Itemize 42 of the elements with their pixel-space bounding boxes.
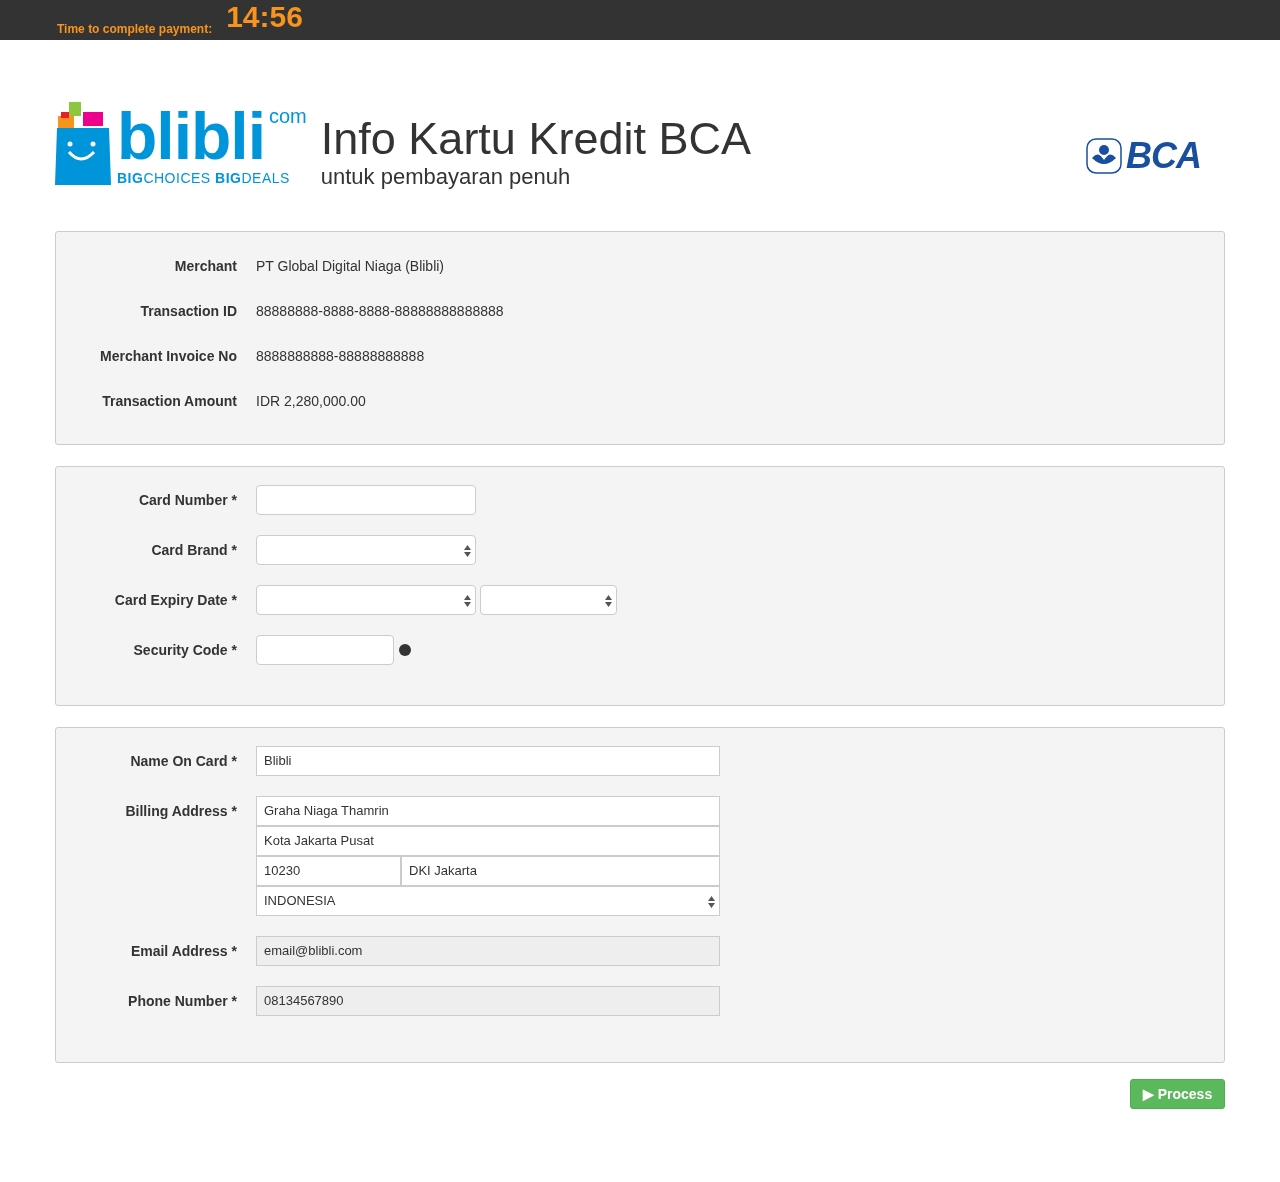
- help-dot-icon[interactable]: [399, 644, 411, 656]
- logo-suffix: com: [269, 106, 307, 126]
- page-title: Info Kartu Kredit BCA: [320, 114, 751, 164]
- logo-wordmark: blibli: [117, 104, 265, 168]
- select-arrows-icon: [605, 595, 612, 607]
- field-value: IDR 2,280,000.00: [256, 392, 366, 411]
- field-label: Name On Card *: [129, 751, 237, 771]
- field-label: Merchant: [173, 257, 237, 276]
- card-number-field[interactable]: [256, 485, 476, 515]
- field-label: Phone Number *: [127, 991, 237, 1011]
- bank-logo: BCA: [1126, 138, 1201, 174]
- field-value: 88888888-8888-8888-88888888888888: [256, 302, 504, 321]
- field-value: 8888888888-88888888888: [256, 347, 425, 366]
- input-field[interactable]: Blibli: [256, 746, 720, 776]
- timer-label: Time to complete payment:: [57, 21, 213, 38]
- field-label: Card Expiry Date *: [113, 590, 237, 610]
- field-label: Card Number *: [137, 490, 237, 510]
- field-label: Security Code *: [132, 640, 237, 660]
- select-arrows-icon: [464, 595, 471, 607]
- shopping-bag-icon: [55, 100, 113, 186]
- country-dropdown[interactable]: INDONESIA: [256, 886, 720, 916]
- logo-tagline: BIGCHOICES BIGDEALS: [117, 170, 291, 186]
- year-dropdown[interactable]: [480, 585, 617, 615]
- month-dropdown[interactable]: [256, 585, 476, 615]
- bank-emblem-icon: [1086, 138, 1122, 174]
- security-code-field[interactable]: [256, 635, 394, 665]
- field-label: Transaction ID: [139, 302, 237, 321]
- dropdown[interactable]: [256, 535, 476, 565]
- field-label: Billing Address *: [124, 802, 237, 821]
- field-label: Merchant Invoice No: [99, 347, 237, 366]
- field-value: PT Global Digital Niaga (Blibli): [256, 257, 445, 276]
- postcode-field[interactable]: 10230: [256, 856, 401, 886]
- province-field[interactable]: DKI Jakarta: [401, 856, 720, 886]
- countdown-timer: 14:56: [226, 0, 303, 35]
- select-arrows-icon: [464, 545, 471, 557]
- page-subtitle: untuk pembayaran penuh: [320, 164, 572, 190]
- select-arrows-icon: [708, 896, 715, 908]
- field-label: Transaction Amount: [101, 392, 237, 411]
- address-field[interactable]: Kota Jakarta Pusat: [256, 826, 720, 856]
- address-field[interactable]: Graha Niaga Thamrin: [256, 796, 720, 826]
- field-label: Card Brand *: [150, 540, 237, 560]
- field-label: Email Address *: [129, 941, 237, 961]
